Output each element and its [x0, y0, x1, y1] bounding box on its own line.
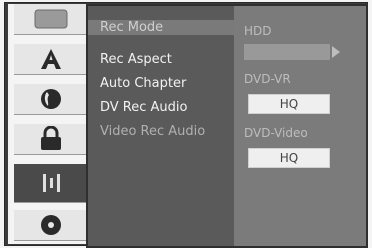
- font-a-icon: [37, 47, 65, 71]
- option-label-hdd: HDD: [244, 24, 272, 38]
- recording-menu: Rec Mode Rec Aspect Auto Chapter DV Rec …: [86, 4, 240, 248]
- sidebar-item-recording[interactable]: [14, 164, 88, 203]
- menu-item-dv-rec-audio[interactable]: DV Rec Audio: [100, 100, 187, 115]
- dvd-video-value-box[interactable]: HQ: [248, 148, 330, 168]
- disc-icon: [37, 213, 65, 237]
- rec-mode-options: HDD DVD-VR HQ DVD-Video HQ: [234, 4, 368, 248]
- chevron-right-icon[interactable]: [332, 46, 340, 58]
- tv-icon: [34, 9, 68, 29]
- menu-item-rec-mode[interactable]: Rec Mode: [88, 20, 240, 35]
- dvd-vr-value-box[interactable]: HQ: [248, 94, 330, 114]
- sidebar-item-tv[interactable]: [14, 4, 88, 35]
- menu-item-video-rec-audio[interactable]: Video Rec Audio: [100, 124, 205, 139]
- category-rail: [8, 4, 88, 244]
- sidebar-item-region[interactable]: [14, 84, 88, 115]
- lock-icon: [37, 126, 65, 152]
- recording-icon: [36, 170, 66, 196]
- sidebar-item-language[interactable]: [14, 44, 88, 75]
- sidebar-item-lock[interactable]: [14, 124, 88, 155]
- globe-icon: [37, 87, 65, 111]
- menu-item-auto-chapter[interactable]: Auto Chapter: [100, 76, 186, 91]
- menu-item-rec-aspect[interactable]: Rec Aspect: [100, 52, 172, 67]
- option-label-dvd-vr: DVD-VR: [244, 72, 291, 86]
- hdd-value-bar[interactable]: [244, 44, 330, 60]
- option-label-dvd-video: DVD-Video: [244, 126, 308, 140]
- sidebar-item-disc[interactable]: [14, 210, 88, 241]
